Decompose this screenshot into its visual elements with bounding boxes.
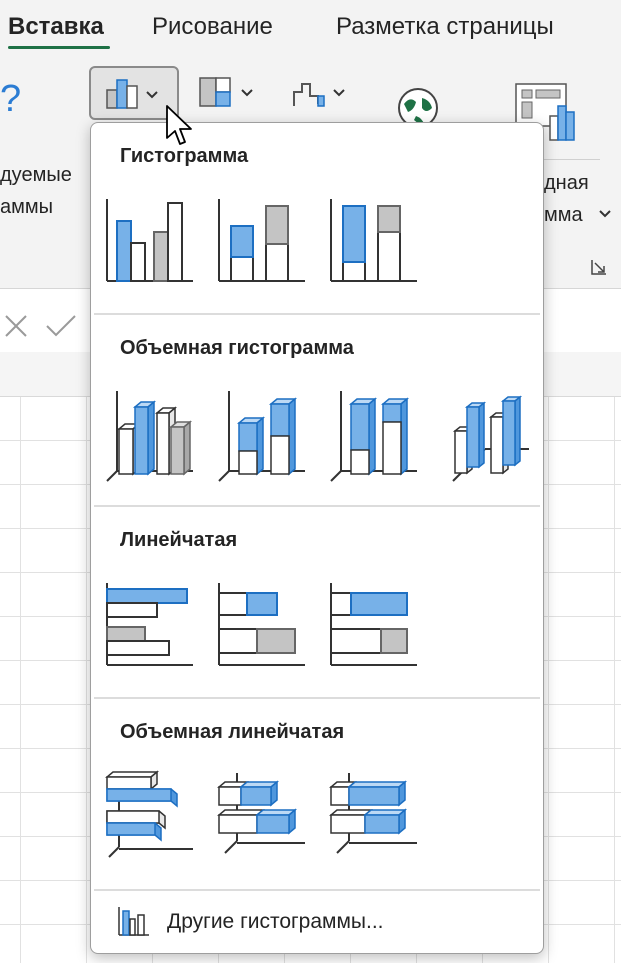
chevron-down-icon[interactable] [598,208,612,220]
confirm-entry-icon[interactable] [44,312,78,340]
3d-stacked-column-option[interactable] [217,385,315,485]
stacked-100-column-option[interactable] [329,195,427,295]
clustered-column-icon [106,199,193,282]
3d-stacked-column-icon [218,391,305,482]
more-column-charts-button[interactable]: Другие гистограммы... [111,901,511,941]
3d-stacked-100-bar-icon [329,773,417,854]
3d-column-option[interactable] [441,385,539,485]
globe-icon [398,88,438,128]
mouse-cursor-icon [166,105,192,145]
hierarchy-chart-icon [199,77,253,107]
stacked-bar-option[interactable] [217,579,315,679]
section-divider [94,505,540,507]
3d-clustered-bar-icon [105,770,193,858]
3d-clustered-column-icon [106,391,193,482]
pivot-chart-label-line1: дная [544,172,589,194]
stacked-column-icon [218,199,305,282]
recommended-charts-icon[interactable]: ? [0,78,30,128]
clustered-column-option[interactable] [105,195,203,295]
3d-stacked-bar-icon [217,773,305,854]
stacked-100-bar-icon [330,583,417,666]
more-column-charts-label: Другие гистограммы... [167,910,384,933]
stacked-bar-icon [218,583,305,666]
dialog-launcher-icon[interactable] [590,258,608,276]
insert-hierarchy-chart-button[interactable] [196,74,260,114]
tab-draw[interactable]: Рисование [152,13,273,41]
cancel-entry-icon[interactable] [2,312,30,340]
stacked-100-bar-option[interactable] [329,579,427,679]
waterfall-chart-icon [293,83,345,107]
section-divider [94,889,540,891]
clustered-bar-icon [106,583,193,666]
section-title-bar: Линейчатая [120,529,238,551]
tab-page-layout[interactable]: Разметка страницы [336,13,554,41]
stacked-100-column-icon [330,199,417,282]
pivot-chart-label-line2: мма [544,204,583,226]
recommended-charts-label-line1: дуемые [0,164,72,186]
section-divider [94,313,540,315]
insert-waterfall-chart-button[interactable] [288,74,352,114]
3d-stacked-100-column-option[interactable] [329,385,427,485]
active-tab-indicator [8,46,110,49]
column-chart-icon [118,907,149,936]
3d-stacked-100-bar-option[interactable] [329,769,427,869]
section-title-3d-column: Объемная гистограмма [120,337,354,359]
section-title-column: Гистограмма [120,145,249,167]
stacked-column-option[interactable] [217,195,315,295]
3d-clustered-bar-option[interactable] [105,769,203,869]
ribbon-group-separator [544,159,600,160]
section-divider [94,697,540,699]
section-title-3d-bar: Объемная линейчатая [120,721,345,743]
3d-clustered-column-option[interactable] [105,385,203,485]
3d-stacked-100-column-icon [330,391,417,482]
3d-column-icon [452,395,529,482]
recommended-charts-label-line2: аммы [0,196,53,218]
column-chart-gallery: Гистограмма Объемная гистограмма Линейча… [90,122,544,954]
3d-stacked-bar-option[interactable] [217,769,315,869]
ribbon-tab-bar: Вставка Рисование Разметка страницы [0,0,621,56]
clustered-bar-option[interactable] [105,579,203,679]
insert-map-chart-button[interactable] [394,84,444,128]
tab-insert[interactable]: Вставка [8,13,104,41]
